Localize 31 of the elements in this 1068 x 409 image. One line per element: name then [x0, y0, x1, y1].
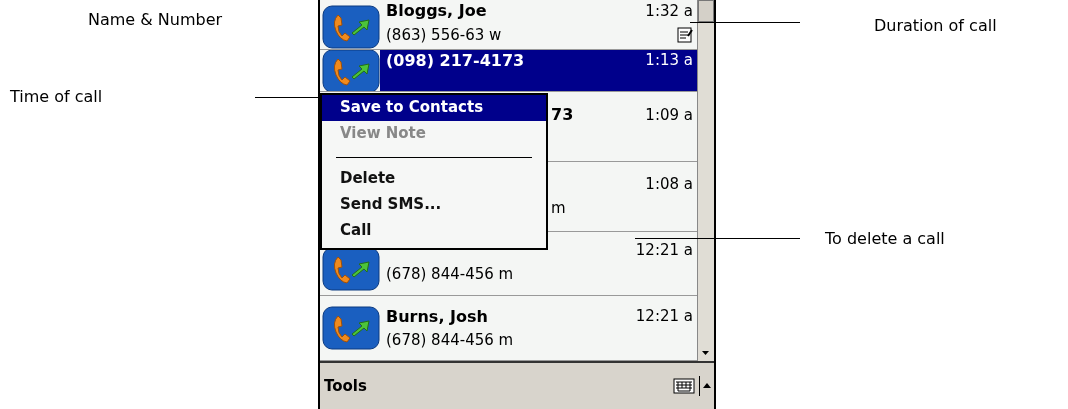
phone-number: (678) 844-456 m: [386, 264, 514, 283]
menu-item[interactable]: Send SMS...: [322, 192, 546, 218]
call-duration: 1:09 a: [645, 105, 693, 124]
annotation-label: Duration of call: [874, 16, 997, 35]
scrollbar[interactable]: [697, 0, 714, 361]
tools-menu[interactable]: Tools: [324, 377, 367, 395]
call-duration: 1:08 a: [645, 175, 693, 194]
phone-call-icon: [322, 247, 380, 292]
phone-number: m: [551, 199, 566, 218]
scroll-thumb[interactable]: [698, 0, 714, 22]
menu-item[interactable]: Save to Contacts: [322, 95, 546, 121]
phone-call-icon: [322, 49, 380, 92]
annotation-label: Name & Number: [88, 10, 223, 29]
phone-number: (678) 844-456 m: [386, 331, 514, 350]
call-row[interactable]: Bloggs, Joe 1:32 a (863) 556-63 w: [320, 0, 697, 50]
caller-name: 73: [551, 105, 574, 125]
caller-name: Burns, Josh: [386, 306, 488, 326]
annotation-label: Time of call: [10, 87, 103, 106]
phone-number: (863) 556-63 w: [386, 25, 502, 44]
input-selector-arrow-icon[interactable]: [699, 376, 714, 396]
keyboard-icon[interactable]: [673, 378, 695, 394]
call-duration: 1:32 a: [645, 1, 693, 20]
annotation-label: To delete a call: [825, 229, 945, 248]
phone-call-icon: [322, 306, 380, 351]
call-duration: 12:21 a: [635, 307, 693, 326]
phone-call-icon: [322, 4, 380, 49]
caller-name: (098) 217-4173: [386, 50, 525, 70]
menu-item[interactable]: Delete: [322, 166, 546, 192]
call-duration: 12:21 a: [635, 240, 693, 259]
caller-name: Bloggs, Joe: [386, 1, 487, 21]
call-duration: 1:13 a: [645, 51, 693, 70]
